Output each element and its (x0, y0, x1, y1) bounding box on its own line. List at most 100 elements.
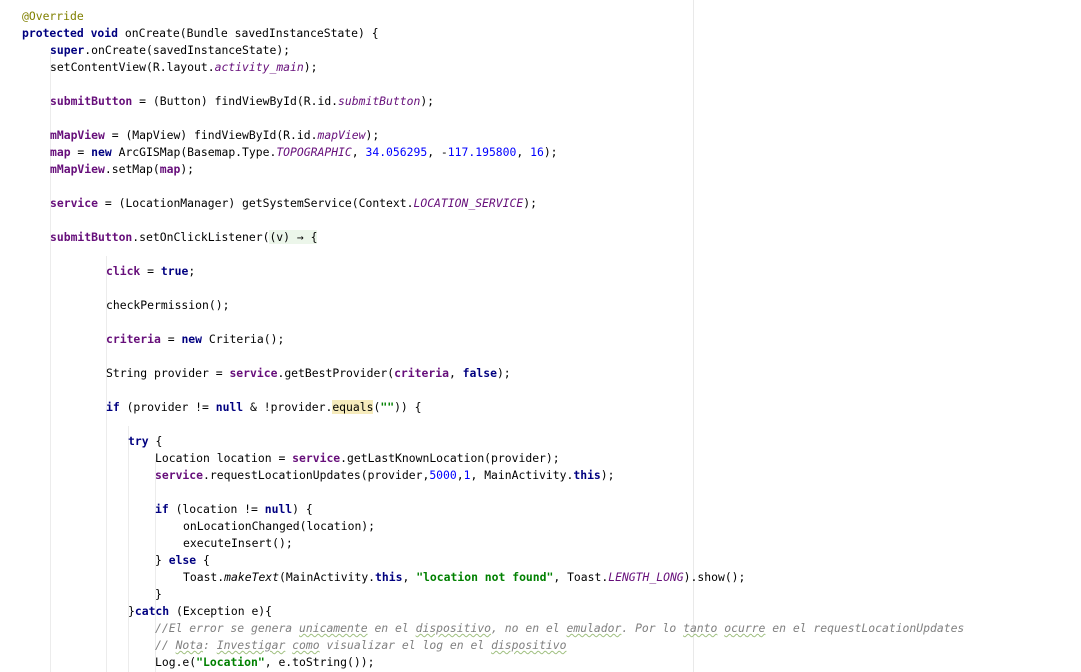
code-line[interactable]: mMapView.setMap(map); (0, 161, 1081, 178)
code-token: setContentView(R.layout. (50, 60, 215, 74)
code-line[interactable]: criteria = new Criteria(); (0, 331, 1081, 348)
code-token: onLocationChanged(location); (183, 519, 376, 533)
code-line[interactable]: click = true; (0, 263, 1081, 280)
code-token: map (159, 162, 181, 176)
code-token: this (573, 468, 601, 482)
code-token: map (50, 145, 71, 159)
code-line[interactable] (0, 280, 1081, 297)
code-token: new (91, 145, 119, 159)
code-token: mMapView (50, 128, 105, 142)
code-token: . Por lo (621, 621, 684, 635)
code-line[interactable]: map = new ArcGISMap(Basemap.Type.TOPOGRA… (0, 144, 1081, 161)
code-line[interactable]: submitButton.setOnClickListener((v) → { (0, 229, 1081, 246)
code-token: } (155, 553, 169, 567)
code-token: .setMap( (104, 162, 160, 176)
code-token: .onCreate(savedInstanceState); (84, 43, 291, 57)
code-line[interactable] (0, 246, 1081, 263)
code-token: = (Button) findViewById(R.id. (132, 94, 339, 108)
code-token: "" (380, 400, 395, 414)
code-line[interactable] (0, 110, 1081, 127)
code-line[interactable] (0, 76, 1081, 93)
code-token: checkPermission(); (106, 298, 230, 312)
code-token: try (128, 434, 156, 448)
code-token: en el requestLocationUpdates (765, 621, 965, 635)
code-token: Investigar (216, 638, 286, 652)
code-token: super (50, 43, 85, 57)
code-token: "location not found" (416, 570, 554, 584)
code-token: .requestLocationUpdates(provider, (203, 468, 430, 482)
code-line[interactable]: String provider = service.getBestProvide… (0, 365, 1081, 382)
code-token: false (462, 366, 497, 380)
code-line[interactable]: Location location = service.getLastKnown… (0, 450, 1081, 467)
code-line[interactable] (0, 178, 1081, 195)
code-line[interactable]: submitButton = (Button) findViewById(R.i… (0, 93, 1081, 110)
code-token: // (155, 638, 176, 652)
code-line[interactable] (0, 484, 1081, 501)
code-line[interactable]: @Override (0, 8, 1081, 25)
code-token: en el (367, 621, 416, 635)
code-line[interactable]: //El error se genera unicamente en el di… (0, 620, 1081, 637)
code-line[interactable]: setContentView(R.layout.activity_main); (0, 59, 1081, 76)
code-token: mapView (317, 128, 366, 142)
code-token: , no en el (491, 621, 567, 635)
code-token: service (155, 468, 204, 482)
code-line[interactable]: } else { (0, 552, 1081, 569)
code-token: = (160, 332, 182, 346)
code-line[interactable]: if (provider != null & !provider.equals(… (0, 399, 1081, 416)
code-token: void (90, 26, 125, 40)
code-token: emulador (566, 621, 622, 635)
code-token: makeText (224, 570, 280, 584)
code-token: dispositivo (491, 638, 567, 652)
code-line[interactable]: } (0, 586, 1081, 603)
code-token: = (MapView) findViewById(R.id. (104, 128, 318, 142)
code-token: , (402, 570, 417, 584)
code-line[interactable]: service = (LocationManager) getSystemSer… (0, 195, 1081, 212)
code-token: { (203, 553, 210, 567)
code-line[interactable] (0, 348, 1081, 365)
code-line[interactable] (0, 212, 1081, 229)
code-line[interactable]: Toast.makeText(MainActivity.this, "locat… (0, 569, 1081, 586)
code-line[interactable]: Log.e("Location", e.toString()); (0, 654, 1081, 671)
code-token: } (128, 604, 135, 618)
code-token: else (168, 553, 204, 567)
code-token: String provider = (106, 366, 230, 380)
code-line[interactable]: checkPermission(); (0, 297, 1081, 314)
code-token: dispositivo (415, 621, 492, 635)
code-token: Log.e( (155, 655, 197, 669)
code-token: , (516, 145, 531, 159)
code-token: = (LocationManager) getSystemService(Con… (98, 196, 414, 210)
code-token: LOCATION_SERVICE (413, 196, 524, 210)
code-token: if (155, 502, 176, 516)
code-token: { (155, 434, 163, 448)
code-token: executeInsert(); (183, 536, 293, 550)
code-token: ); (420, 94, 435, 108)
code-token: ).show(); (683, 570, 746, 584)
code-token: .setOnClickListener( (132, 230, 270, 244)
code-line[interactable] (0, 382, 1081, 399)
code-token: LENGTH_LONG (608, 570, 684, 584)
code-line[interactable]: onLocationChanged(location); (0, 518, 1081, 535)
code-token: criteria (394, 366, 449, 380)
code-token: ); (543, 145, 558, 159)
code-token: , Toast. (553, 570, 609, 584)
code-token: null (215, 400, 251, 414)
code-token: Nota (175, 638, 204, 652)
code-line[interactable]: // Nota: Investigar como visualizar el l… (0, 637, 1081, 654)
code-line[interactable]: }catch (Exception e){ (0, 603, 1081, 620)
code-token: ) { (292, 502, 313, 516)
code-line[interactable]: if (location != null) { (0, 501, 1081, 518)
code-token: this (375, 570, 403, 584)
code-token: protected (22, 26, 91, 40)
code-line[interactable]: service.requestLocationUpdates(provider,… (0, 467, 1081, 484)
code-line[interactable]: mMapView = (MapView) findViewById(R.id.m… (0, 127, 1081, 144)
code-token: Criteria(); (208, 332, 285, 346)
code-line[interactable]: try { (0, 433, 1081, 450)
code-line[interactable] (0, 416, 1081, 433)
code-line[interactable]: protected void onCreate(Bundle savedInst… (0, 25, 1081, 42)
code-line[interactable] (0, 314, 1081, 331)
code-line[interactable]: super.onCreate(savedInstanceState); (0, 42, 1081, 59)
code-token: unicamente (299, 621, 368, 635)
code-line[interactable]: executeInsert(); (0, 535, 1081, 552)
code-editor[interactable]: @Override protected void onCreate(Bundle … (0, 8, 1081, 671)
code-token: submitButton (50, 230, 133, 244)
